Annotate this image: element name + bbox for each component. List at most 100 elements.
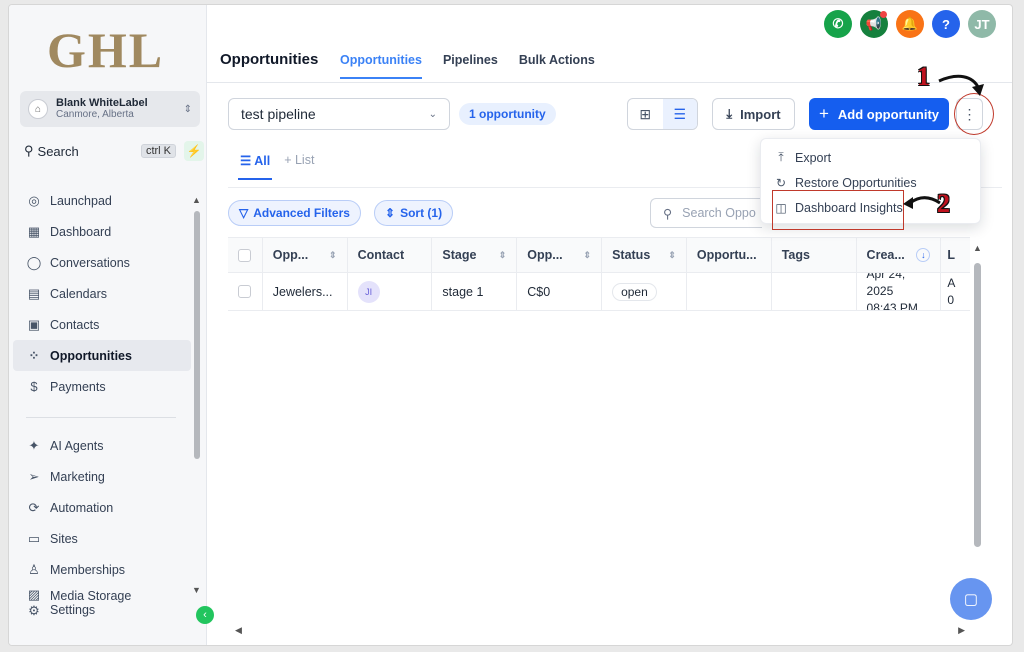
app-window: GHL ⌂ Blank WhiteLabel Canmore, Alberta … bbox=[9, 5, 1012, 645]
tab-pipelines[interactable]: Pipelines bbox=[443, 53, 498, 79]
contact-avatar: JI bbox=[357, 280, 380, 303]
support-chat-button[interactable]: ▢ bbox=[950, 578, 992, 620]
sidebar-item-contacts[interactable]: ▣ Contacts bbox=[13, 309, 191, 340]
payments-icon: $ bbox=[30, 379, 38, 394]
column-header-status[interactable]: Status ⇕ bbox=[602, 238, 687, 272]
opportunity-search-input[interactable]: ⚲ Search Oppo bbox=[650, 198, 762, 228]
saved-views: ☰ All + List bbox=[238, 153, 326, 180]
table-row[interactable]: Jewelers... JI stage 1 C$0 open Apr 24, … bbox=[228, 273, 970, 311]
sidebar-item-dashboard[interactable]: ▦ Dashboard bbox=[13, 216, 191, 247]
scroll-left-icon[interactable]: ◀ bbox=[235, 625, 242, 636]
sidebar-item-calendars[interactable]: ▤ Calendars bbox=[13, 278, 191, 309]
row-checkbox[interactable] bbox=[228, 273, 263, 310]
sort-icon: ⇕ bbox=[329, 249, 337, 260]
sort-desc-icon: ↓ bbox=[916, 248, 931, 262]
sidebar-search-label: Search bbox=[37, 143, 79, 159]
header-actions: ✆ 📢 🔔 ? JT bbox=[816, 10, 996, 38]
notification-dot bbox=[880, 11, 887, 18]
quick-action-bolt-icon[interactable]: ⚡ bbox=[184, 141, 204, 161]
sidebar-scroll-thumb[interactable] bbox=[194, 211, 200, 459]
sidebar-item-payments[interactable]: $ Payments bbox=[13, 371, 191, 402]
advanced-filters-button[interactable]: ▽ Advanced Filters bbox=[228, 200, 361, 226]
status-badge: open bbox=[612, 282, 657, 301]
pipeline-select[interactable]: test pipeline ⌄ bbox=[228, 98, 450, 130]
rocket-icon: ◎ bbox=[28, 192, 40, 208]
sort-button[interactable]: ⇕ Sort (1) bbox=[374, 200, 454, 226]
sidebar-item-settings[interactable]: ⚙ Settings bbox=[13, 603, 191, 623]
plus-icon: + bbox=[818, 104, 829, 123]
sidebar-item-sites[interactable]: ▭ Sites bbox=[13, 523, 191, 554]
opportunity-count-badge: 1 opportunity bbox=[459, 103, 556, 125]
top-header: Opportunities Opportunities Pipelines Bu… bbox=[207, 5, 1012, 83]
sidebar-item-ai-agents[interactable]: ✦ AI Agents bbox=[13, 430, 191, 461]
sidebar-item-media-storage[interactable]: ▨ Media Storage bbox=[13, 585, 191, 603]
sidebar-search[interactable]: ⚲ Search ctrl K ⚡ bbox=[24, 141, 204, 161]
collapse-sidebar-button[interactable]: ‹ bbox=[196, 606, 214, 624]
scroll-down-icon[interactable]: ▼ bbox=[192, 585, 201, 595]
opportunity-name[interactable]: Jewelers... bbox=[263, 273, 348, 310]
annotation-circle bbox=[954, 93, 994, 135]
scroll-up-icon[interactable]: ▲ bbox=[192, 195, 201, 205]
column-header-created[interactable]: Crea... ↓ bbox=[857, 238, 942, 272]
list-icon: ☰ bbox=[240, 154, 255, 168]
contacts-icon: ▣ bbox=[27, 316, 41, 332]
tab-bulk-actions[interactable]: Bulk Actions bbox=[519, 53, 595, 79]
brand-logo[interactable]: GHL bbox=[47, 21, 164, 79]
value-cell: C$0 bbox=[517, 273, 603, 310]
sidebar-divider bbox=[26, 417, 176, 418]
chat-icon: ◯ bbox=[26, 254, 42, 270]
sidebar-item-memberships[interactable]: ♙ Memberships bbox=[13, 554, 191, 585]
scroll-right-icon[interactable]: ▶ bbox=[958, 625, 965, 636]
sparkle-icon: ✦ bbox=[28, 437, 40, 453]
search-shortcut: ctrl K bbox=[140, 144, 176, 158]
column-header-contact[interactable]: Contact bbox=[348, 238, 433, 272]
column-header-stage[interactable]: Stage ⇕ bbox=[432, 238, 518, 272]
sidebar-item-launchpad[interactable]: ◎ Launchpad bbox=[13, 185, 191, 216]
add-opportunity-button[interactable]: + Add opportunity bbox=[809, 98, 949, 130]
sidebar-scrollbar[interactable]: ▲ ▼ bbox=[192, 195, 201, 595]
created-cell: Apr 24, 2025 08:43 PM bbox=[857, 273, 942, 310]
view-all[interactable]: ☰ All bbox=[238, 153, 273, 180]
header-tabs: Opportunities Pipelines Bulk Actions bbox=[340, 53, 616, 79]
sidebar-item-opportunities[interactable]: ⁘ Opportunities bbox=[13, 340, 191, 371]
megaphone-icon[interactable]: 📢 bbox=[860, 10, 888, 38]
automation-icon: ⟳ bbox=[28, 499, 40, 515]
source-cell bbox=[687, 273, 772, 310]
column-header-source[interactable]: Opportu... bbox=[687, 238, 772, 272]
account-switcher[interactable]: ⌂ Blank WhiteLabel Canmore, Alberta ⇕ bbox=[20, 91, 200, 127]
sidebar-nav-secondary: ✦ AI Agents ➢ Marketing ⟳ Automation ▭ Sites… bbox=[13, 430, 191, 623]
sidebar-item-automation[interactable]: ⟳ Automation bbox=[13, 492, 191, 523]
add-view[interactable]: + List bbox=[282, 153, 316, 180]
sidebar-item-marketing[interactable]: ➢ Marketing bbox=[13, 461, 191, 492]
download-icon: ⤓ bbox=[726, 106, 733, 121]
annotation-highlight-box bbox=[772, 190, 904, 230]
media-icon: ▨ bbox=[27, 587, 41, 602]
select-all-checkbox[interactable] bbox=[228, 238, 263, 272]
contact-cell[interactable]: JI bbox=[348, 273, 433, 310]
tab-opportunities[interactable]: Opportunities bbox=[340, 53, 422, 79]
help-icon[interactable]: ? bbox=[932, 10, 960, 38]
column-header-value[interactable]: Opp... ⇕ bbox=[517, 238, 603, 272]
gear-icon: ⚙ bbox=[28, 603, 40, 618]
opportunities-icon: ⁘ bbox=[28, 347, 40, 363]
chat-bubble-icon: ▢ bbox=[963, 591, 979, 608]
table-horizontal-scrollbar[interactable]: ◀ ▶ bbox=[235, 625, 965, 635]
bell-icon[interactable]: 🔔 bbox=[896, 10, 924, 38]
import-button[interactable]: ⤓ Import bbox=[712, 98, 795, 130]
sort-icon: ⇕ bbox=[498, 249, 507, 260]
location-icon: ⌂ bbox=[28, 99, 48, 119]
column-header-name[interactable]: Opp... ⇕ bbox=[263, 238, 348, 272]
table-scroll-thumb[interactable] bbox=[974, 263, 981, 547]
column-header-updated[interactable]: L bbox=[941, 238, 970, 272]
sidebar-item-conversations[interactable]: ◯ Conversations bbox=[13, 247, 191, 278]
export-icon: ⤒ bbox=[778, 150, 784, 164]
scroll-up-icon[interactable]: ▲ bbox=[973, 243, 982, 253]
menu-item-export[interactable]: ⤒ Export bbox=[761, 145, 980, 170]
view-mode-toggle: ⊞ ☰ bbox=[627, 98, 698, 130]
status-cell: open bbox=[602, 273, 687, 310]
phone-icon[interactable]: ✆ bbox=[824, 10, 852, 38]
grid-view-icon[interactable]: ⊞ bbox=[628, 99, 663, 129]
list-view-icon[interactable]: ☰ bbox=[662, 99, 697, 129]
user-avatar[interactable]: JT bbox=[968, 10, 996, 38]
column-header-tags[interactable]: Tags bbox=[772, 238, 857, 272]
